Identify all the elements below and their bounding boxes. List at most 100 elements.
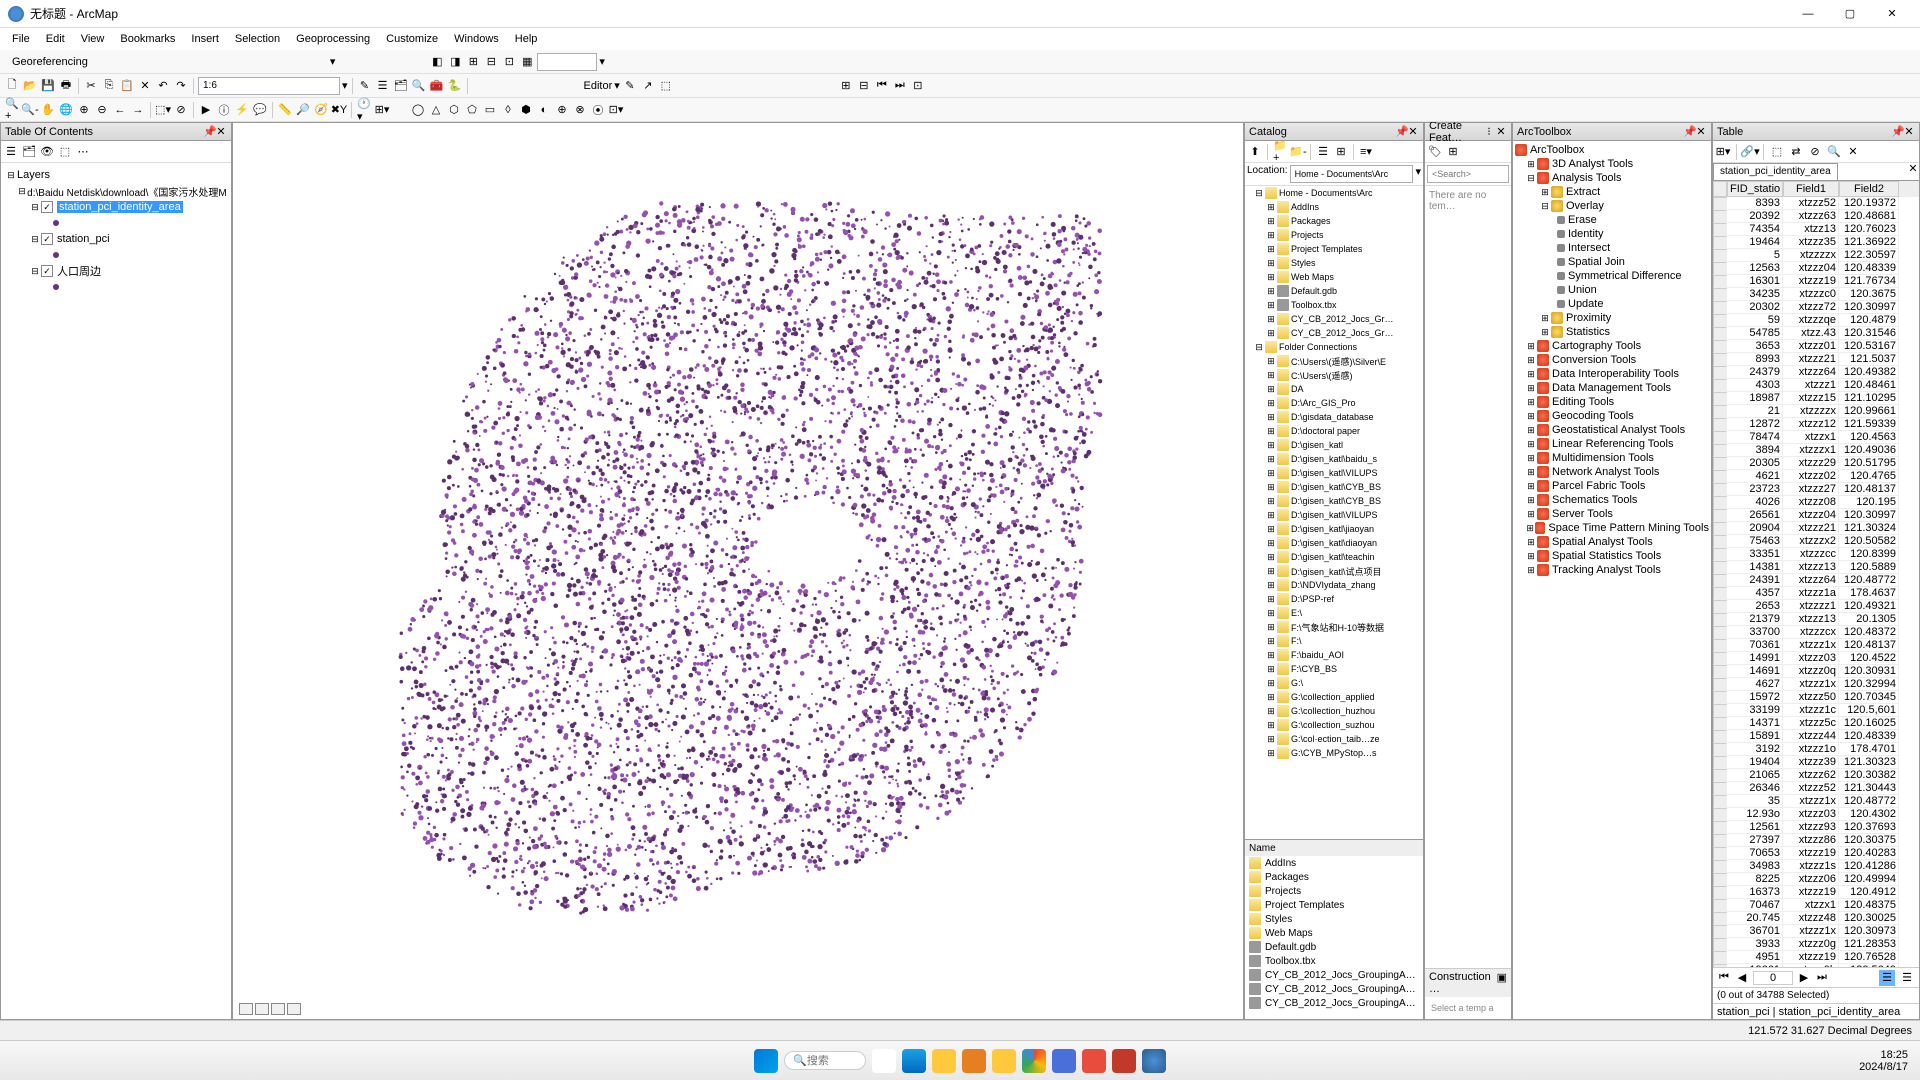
last-record-icon[interactable]: ⏭ bbox=[1815, 971, 1829, 984]
menu-help[interactable]: Help bbox=[507, 31, 546, 47]
table-options-icon[interactable]: ⊞▾ bbox=[1715, 144, 1731, 160]
detail-item[interactable]: CY_CB_2012_Jocs_GroupingA… bbox=[1245, 996, 1423, 1010]
edit-tool-icon[interactable]: ✎ bbox=[622, 78, 638, 94]
back-icon[interactable]: ← bbox=[112, 102, 128, 118]
pin-icon[interactable]: 📌 bbox=[1395, 126, 1407, 138]
table-grid[interactable]: FID_statio Field1 Field2 8393xtzzz52120.… bbox=[1713, 181, 1919, 967]
toolbox-group[interactable]: Conversion Tools bbox=[1552, 354, 1636, 366]
table-tab[interactable]: station_pci_identity_area bbox=[1713, 163, 1838, 180]
expand-icon[interactable]: ⊞ bbox=[1525, 565, 1537, 576]
tool-item[interactable]: Erase bbox=[1568, 214, 1597, 226]
catalog-item[interactable]: ⊞Project Templates bbox=[1245, 242, 1423, 256]
find-icon[interactable]: 🔎 bbox=[295, 102, 311, 118]
toolbox-tree[interactable]: ArcToolbox⊞3D Analyst Tools⊟Analysis Too… bbox=[1513, 141, 1711, 1019]
list-by-source-icon[interactable]: 🗂 bbox=[21, 144, 37, 160]
catalog-item[interactable]: ⊞D:\doctoral paper bbox=[1245, 424, 1423, 438]
tool-item[interactable]: Union bbox=[1568, 284, 1597, 296]
catalog-item[interactable]: ⊞DA bbox=[1245, 382, 1423, 396]
toolbox-root[interactable]: ArcToolbox bbox=[1530, 144, 1584, 156]
full-extent-icon[interactable]: 🌐 bbox=[58, 102, 74, 118]
table-row[interactable]: 27397xtzzz86120.30375 bbox=[1713, 834, 1919, 847]
table-row[interactable]: 23723xtzzz27120.48137 bbox=[1713, 483, 1919, 496]
detail-item[interactable]: Toolbox.tbx bbox=[1245, 954, 1423, 968]
catalog-icon[interactable]: 🗂 bbox=[393, 78, 409, 94]
toolbox-group[interactable]: Parcel Fabric Tools bbox=[1552, 480, 1645, 492]
template-search[interactable] bbox=[1427, 165, 1509, 183]
collapse-icon[interactable]: ▣ bbox=[1497, 971, 1507, 995]
table-row[interactable]: 78474xtzzx1120.4563 bbox=[1713, 431, 1919, 444]
catalog-item[interactable]: ⊞G:\ bbox=[1245, 676, 1423, 690]
layer-item[interactable]: station_pci_identity_area bbox=[57, 201, 183, 213]
col-header[interactable]: Field2 bbox=[1839, 181, 1899, 197]
show-selected-icon[interactable]: ☰ bbox=[1899, 970, 1915, 986]
detail-item[interactable]: CY_CB_2012_Jocs_GroupingA… bbox=[1245, 968, 1423, 982]
menu-windows[interactable]: Windows bbox=[446, 31, 507, 47]
close-icon[interactable]: ✕ bbox=[1903, 126, 1915, 138]
tool-item[interactable]: Update bbox=[1568, 298, 1603, 310]
detail-item[interactable]: Project Templates bbox=[1245, 898, 1423, 912]
catalog-item[interactable]: ⊞Styles bbox=[1245, 256, 1423, 270]
edit-tool-icon[interactable]: ⊡ bbox=[910, 78, 926, 94]
table-row[interactable]: 26346xtzzz52121.30443 bbox=[1713, 782, 1919, 795]
table-row[interactable]: 19464xtzzz35121.36922 bbox=[1713, 236, 1919, 249]
table-row[interactable]: 21379xtzzz1320.1305 bbox=[1713, 613, 1919, 626]
detail-item[interactable]: Web Maps bbox=[1245, 926, 1423, 940]
draw-icon[interactable]: ⬡ bbox=[446, 102, 462, 118]
col-header[interactable]: FID_statio bbox=[1727, 181, 1783, 197]
clock-time[interactable]: 18:25 bbox=[1859, 1049, 1908, 1061]
toolbox-group[interactable]: Spatial Analyst Tools bbox=[1552, 536, 1653, 548]
print-icon[interactable]: 🖶 bbox=[58, 78, 74, 94]
table-row[interactable]: 70361xtzzz1x120.48137 bbox=[1713, 639, 1919, 652]
menu-bookmarks[interactable]: Bookmarks bbox=[112, 31, 183, 47]
table-row[interactable]: 14371xtzzz5c120.16025 bbox=[1713, 717, 1919, 730]
menu-customize[interactable]: Customize bbox=[378, 31, 446, 47]
georef-tool-icon[interactable]: ⊞ bbox=[465, 54, 481, 70]
pin-icon[interactable]: ⁝ bbox=[1483, 126, 1495, 138]
catalog-item[interactable]: ⊞C:\Users\(遥感)\Silver\E bbox=[1245, 354, 1423, 368]
tool-item[interactable]: Symmetrical Difference bbox=[1568, 270, 1682, 282]
table-row[interactable]: 74354xtzz13120.76023 bbox=[1713, 223, 1919, 236]
tab-close-icon[interactable]: ✕ bbox=[1907, 163, 1919, 175]
map-canvas[interactable] bbox=[253, 143, 1223, 989]
table-row[interactable]: 4621xtzzz02120.4765 bbox=[1713, 470, 1919, 483]
edge-icon[interactable] bbox=[902, 1049, 926, 1073]
table-row[interactable]: 4357xtzzz1a178.4637 bbox=[1713, 587, 1919, 600]
expand-icon[interactable]: ⊞ bbox=[1539, 327, 1551, 338]
toc-tree[interactable]: ⊟ Layers ⊟ d:\Baidu Netdisk\download\《国家… bbox=[1, 163, 231, 1019]
catalog-item[interactable]: ⊞D:\gisen_katl\试点项目 bbox=[1245, 564, 1423, 578]
edit-tool-icon[interactable]: ⊟ bbox=[856, 78, 872, 94]
taskbar-app-icon[interactable] bbox=[872, 1049, 896, 1073]
close-button[interactable]: ✕ bbox=[1872, 3, 1912, 25]
catalog-item[interactable]: ⊞G:\collection_applied bbox=[1245, 690, 1423, 704]
table-row[interactable]: 14381xtzzz13120.5889 bbox=[1713, 561, 1919, 574]
toolbox-group[interactable]: Server Tools bbox=[1552, 508, 1613, 520]
toolbox-group[interactable]: Spatial Statistics Tools bbox=[1552, 550, 1661, 562]
catalog-item[interactable]: ⊞F:\ bbox=[1245, 634, 1423, 648]
show-all-icon[interactable]: ☰ bbox=[1879, 970, 1895, 986]
toggle-type-icon[interactable]: ☰ bbox=[1315, 144, 1331, 160]
search-icon[interactable]: 🔍 bbox=[411, 78, 427, 94]
menu-geoprocessing[interactable]: Geoprocessing bbox=[288, 31, 378, 47]
catalog-item[interactable]: ⊟Folder Connections bbox=[1245, 340, 1423, 354]
draw-icon[interactable]: ⊗ bbox=[572, 102, 588, 118]
table-row[interactable]: 20392xtzzz63120.48681 bbox=[1713, 210, 1919, 223]
catalog-item[interactable]: ⊞D:\gisen_katl\teachin bbox=[1245, 550, 1423, 564]
table-row[interactable]: 12563xtzzz04120.48339 bbox=[1713, 262, 1919, 275]
collapse-icon[interactable]: ⊟ bbox=[29, 234, 41, 245]
close-icon[interactable]: ✕ bbox=[1695, 126, 1707, 138]
expand-icon[interactable]: ⊞ bbox=[1539, 313, 1551, 324]
minimize-button[interactable]: — bbox=[1788, 3, 1828, 25]
draw-icon[interactable]: ⬠ bbox=[464, 102, 480, 118]
table-row[interactable]: 75463xtzzzx2120.50582 bbox=[1713, 535, 1919, 548]
layer-checkbox[interactable] bbox=[41, 233, 53, 245]
detail-header[interactable]: Name bbox=[1245, 840, 1423, 856]
copy-icon[interactable]: ⎘ bbox=[101, 78, 117, 94]
catalog-item[interactable]: ⊞D:\gisen_katl\VILUPS bbox=[1245, 466, 1423, 480]
forward-icon[interactable]: → bbox=[130, 102, 146, 118]
collapse-icon[interactable]: ⊟ bbox=[29, 266, 41, 277]
clock-date[interactable]: 2024/8/17 bbox=[1859, 1061, 1908, 1073]
detail-item[interactable]: Packages bbox=[1245, 870, 1423, 884]
table-row[interactable]: 12.93oxtzzz03120.4302 bbox=[1713, 808, 1919, 821]
table-row[interactable]: 4026xtzzz08120.195 bbox=[1713, 496, 1919, 509]
clear-selection-icon[interactable]: ⊘ bbox=[173, 102, 189, 118]
